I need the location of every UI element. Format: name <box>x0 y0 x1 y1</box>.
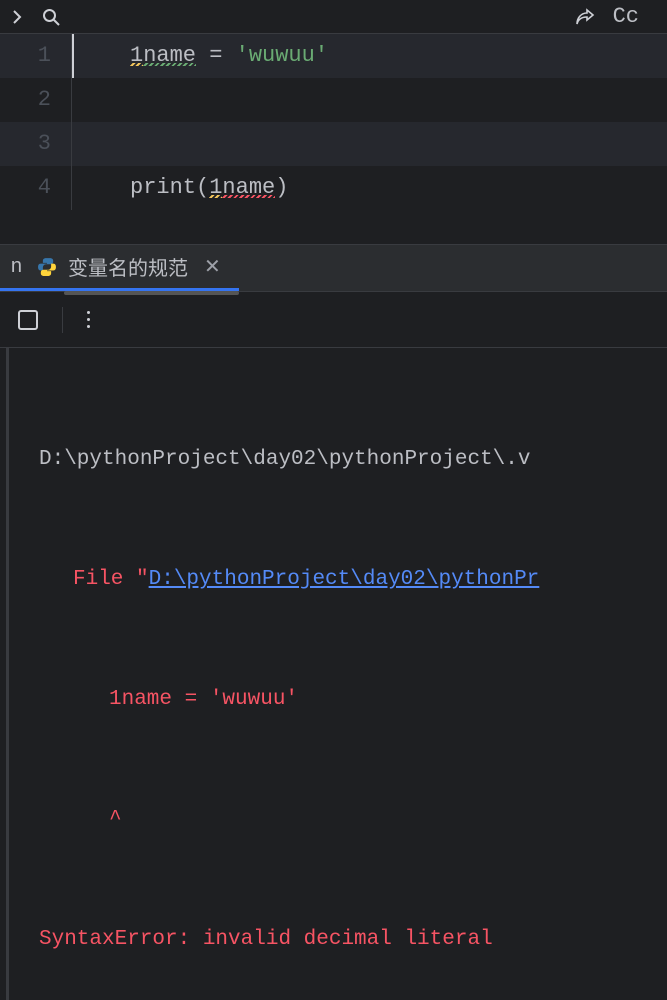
token-paren: ( <box>196 175 209 200</box>
console-file-prefix: File " <box>73 568 149 591</box>
console-output[interactable]: D:\pythonProject\day02\pythonProject\.v … <box>6 348 667 1000</box>
editor-padding <box>0 210 667 244</box>
token-string: wuwuu <box>249 43 315 68</box>
console-line: D:\pythonProject\day02\pythonProject\.v <box>17 440 667 480</box>
token-function: print <box>130 175 196 200</box>
tab-stub[interactable]: n <box>0 245 22 291</box>
run-toolbar <box>0 292 667 348</box>
code-line[interactable]: 4 print(1name) <box>0 166 667 210</box>
token-operator: = <box>196 43 236 68</box>
run-tab-label: 变量名的规范 <box>68 252 188 281</box>
line-number: 2 <box>0 78 72 122</box>
token-number: 1 <box>209 175 222 200</box>
console-caret: ^ <box>109 808 122 831</box>
separator <box>62 307 63 333</box>
console-error: SyntaxError: invalid decimal literal <box>39 928 493 951</box>
console-command: D:\pythonProject\day02\pythonProject\.v <box>39 448 530 471</box>
token-quote: ' <box>315 43 328 68</box>
code-line[interactable]: 2 <box>0 78 667 122</box>
token-number: 1 <box>130 43 143 68</box>
stop-button[interactable] <box>18 310 38 330</box>
run-tab-strip: n 变量名的规范 ✕ <box>0 244 667 292</box>
code-line[interactable]: 1 1name = 'wuwuu' <box>0 34 667 78</box>
token-paren: ) <box>275 175 288 200</box>
close-icon[interactable]: ✕ <box>204 254 221 279</box>
console-code-echo: 1name = 'wuwuu' <box>109 688 298 711</box>
share-icon[interactable] <box>575 8 595 26</box>
console-line: ^ <box>17 800 667 840</box>
chevron-right-icon[interactable] <box>10 10 24 24</box>
console-line: 1name = 'wuwuu' <box>17 680 667 720</box>
token-identifier: name <box>222 175 275 200</box>
code-line[interactable]: 3 <box>0 122 667 166</box>
code-content[interactable]: 1name = 'wuwuu' <box>72 34 328 78</box>
token-quote: ' <box>236 43 249 68</box>
line-number: 1 <box>0 34 72 78</box>
tab-underline-indicator <box>64 291 239 295</box>
python-icon <box>36 256 58 278</box>
search-icon[interactable] <box>42 8 60 26</box>
case-toggle[interactable]: Cc <box>613 4 639 29</box>
editor-top-toolbar: Cc <box>0 0 667 34</box>
console-line: File "D:\pythonProject\day02\pythonPr <box>17 560 667 600</box>
line-number: 4 <box>0 166 72 210</box>
run-tab-active[interactable]: 变量名的规范 ✕ <box>22 245 239 291</box>
token-identifier: name <box>143 43 196 68</box>
console-file-link[interactable]: D:\pythonProject\day02\pythonPr <box>149 568 540 591</box>
console-line: SyntaxError: invalid decimal literal <box>17 920 667 960</box>
code-editor[interactable]: 1 1name = 'wuwuu' 2 3 4 print(1name) <box>0 34 667 244</box>
line-number: 3 <box>0 122 72 166</box>
more-options-icon[interactable] <box>87 311 90 328</box>
code-content[interactable]: print(1name) <box>72 166 288 210</box>
